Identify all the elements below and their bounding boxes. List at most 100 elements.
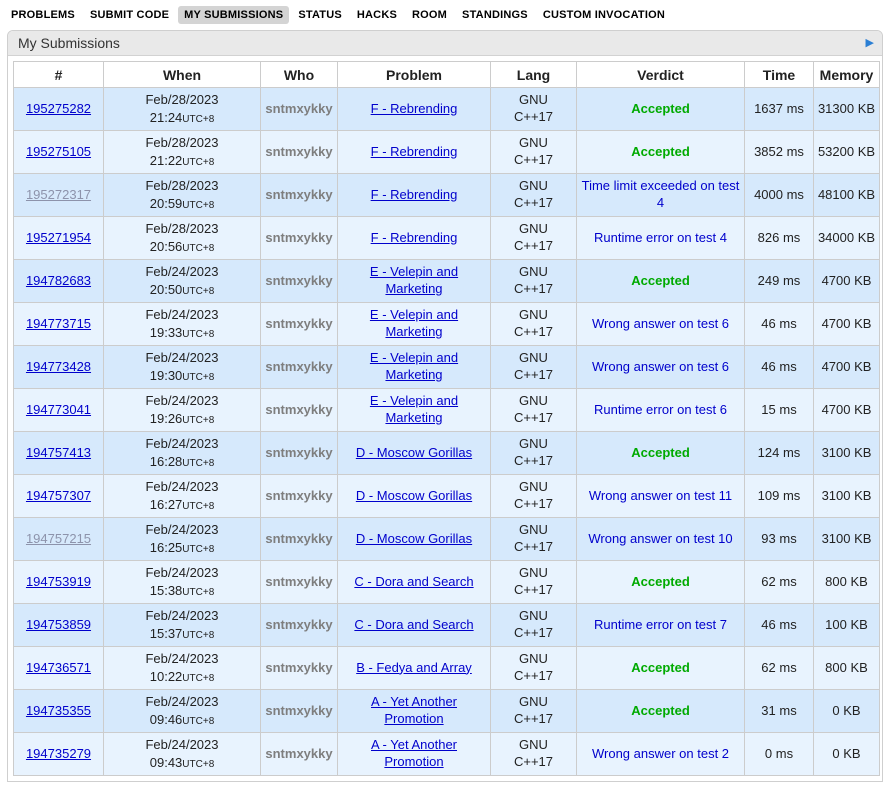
cell-verdict: Accepted <box>577 561 745 604</box>
submission-id-link[interactable]: 195275282 <box>26 101 91 116</box>
problem-link[interactable]: A - Yet Another Promotion <box>371 737 457 769</box>
nav-item-my-submissions[interactable]: MY SUBMISSIONS <box>178 6 289 24</box>
cell-problem: D - Moscow Gorillas <box>338 518 491 561</box>
verdict-text[interactable]: Wrong answer on test 6 <box>592 359 729 374</box>
verdict-text[interactable]: Wrong answer on test 10 <box>588 531 732 546</box>
user-link[interactable]: sntmxykky <box>265 101 332 116</box>
problem-link[interactable]: C - Dora and Search <box>354 574 473 589</box>
verdict-text[interactable]: Accepted <box>631 144 690 159</box>
problem-link[interactable]: D - Moscow Gorillas <box>356 531 472 546</box>
problem-link[interactable]: F - Rebrending <box>371 230 458 245</box>
lang-label: C++17 <box>494 324 573 341</box>
nav-item-room[interactable]: ROOM <box>406 6 453 24</box>
user-link[interactable]: sntmxykky <box>265 746 332 761</box>
verdict-text[interactable]: Accepted <box>631 273 690 288</box>
submission-id-link[interactable]: 194773428 <box>26 359 91 374</box>
submission-id-link[interactable]: 195271954 <box>26 230 91 245</box>
cell-verdict: Accepted <box>577 647 745 690</box>
lang-label: C++17 <box>494 539 573 556</box>
submission-row: 195275105Feb/28/202321:22UTC+8sntmxykkyF… <box>14 131 880 174</box>
problem-link[interactable]: F - Rebrending <box>371 144 458 159</box>
cell-when: Feb/24/202316:27UTC+8 <box>104 475 261 518</box>
submission-id-link[interactable]: 194757307 <box>26 488 91 503</box>
submission-row: 194757307 Feb/24/202316:27UTC+8 sntmxykky D… <box>14 475 880 518</box>
cell-when: Feb/24/202309:46UTC+8 <box>104 690 261 733</box>
submission-id-link[interactable]: 194773715 <box>26 316 91 331</box>
verdict-text[interactable]: Runtime error on test 4 <box>594 230 727 245</box>
user-link[interactable]: sntmxykky <box>265 230 332 245</box>
cell-problem: B - Fedya and Array <box>338 647 491 690</box>
nav-item-custom-invocation[interactable]: CUSTOM INVOCATION <box>537 6 671 24</box>
user-link[interactable]: sntmxykky <box>265 445 332 460</box>
nav-item-problems[interactable]: PROBLEMS <box>5 6 81 24</box>
user-link[interactable]: sntmxykky <box>265 144 332 159</box>
user-link[interactable]: sntmxykky <box>265 574 332 589</box>
nav-item-submit-code[interactable]: SUBMIT CODE <box>84 6 175 24</box>
lang-label: GNU <box>494 350 573 367</box>
problem-link[interactable]: C - Dora and Search <box>354 617 473 632</box>
submission-date: Feb/24/2023 <box>107 650 257 668</box>
verdict-text[interactable]: Runtime error on test 7 <box>594 617 727 632</box>
user-link[interactable]: sntmxykky <box>265 617 332 632</box>
problem-link[interactable]: F - Rebrending <box>371 101 458 116</box>
cell-verdict: Runtime error on test 6 <box>577 389 745 432</box>
verdict-text[interactable]: Accepted <box>631 703 690 718</box>
timezone-label: UTC+8 <box>182 157 214 168</box>
verdict-text[interactable]: Accepted <box>631 101 690 116</box>
user-link[interactable]: sntmxykky <box>265 488 332 503</box>
problem-link[interactable]: E - Velepin and Marketing <box>370 350 458 382</box>
problem-link[interactable]: E - Velepin and Marketing <box>370 307 458 339</box>
verdict-text[interactable]: Time limit exceeded on test 4 <box>582 178 740 210</box>
timezone-label: UTC+8 <box>182 501 214 512</box>
submission-id-link[interactable]: 194753859 <box>26 617 91 632</box>
verdict-text[interactable]: Wrong answer on test 6 <box>592 316 729 331</box>
problem-link[interactable]: B - Fedya and Array <box>356 660 472 675</box>
user-link[interactable]: sntmxykky <box>265 402 332 417</box>
verdict-text[interactable]: Accepted <box>631 574 690 589</box>
cell-verdict: Wrong answer on test 6 <box>577 303 745 346</box>
submission-id-link[interactable]: 194757413 <box>26 445 91 460</box>
expand-arrow-icon[interactable]: ▶ <box>866 38 874 49</box>
submission-id-link[interactable]: 194735355 <box>26 703 91 718</box>
submission-id-link[interactable]: 194735279 <box>26 746 91 761</box>
verdict-text[interactable]: Wrong answer on test 11 <box>589 488 732 503</box>
submission-id-link[interactable]: 195272317 <box>26 187 91 202</box>
user-link[interactable]: sntmxykky <box>265 359 332 374</box>
user-link[interactable]: sntmxykky <box>265 187 332 202</box>
cell-problem: C - Dora and Search <box>338 561 491 604</box>
problem-link[interactable]: D - Moscow Gorillas <box>356 488 472 503</box>
problem-link[interactable]: A - Yet Another Promotion <box>371 694 457 726</box>
problem-link[interactable]: E - Velepin and Marketing <box>370 264 458 296</box>
nav-item-status[interactable]: STATUS <box>292 6 348 24</box>
verdict-text[interactable]: Accepted <box>631 660 690 675</box>
nav-item-hacks[interactable]: HACKS <box>351 6 403 24</box>
problem-link[interactable]: F - Rebrending <box>371 187 458 202</box>
submission-id-link[interactable]: 194753919 <box>26 574 91 589</box>
user-link[interactable]: sntmxykky <box>265 316 332 331</box>
nav-item-standings[interactable]: STANDINGS <box>456 6 534 24</box>
cell-exec-time: 1637 ms <box>745 88 814 131</box>
submission-id-link[interactable]: 195275105 <box>26 144 91 159</box>
cell-who: sntmxykky <box>261 475 338 518</box>
cell-lang: GNUC++17 <box>491 518 577 561</box>
verdict-text[interactable]: Wrong answer on test 2 <box>592 746 729 761</box>
cell-problem: F - Rebrending <box>338 131 491 174</box>
submission-date: Feb/24/2023 <box>107 521 257 539</box>
problem-link[interactable]: D - Moscow Gorillas <box>356 445 472 460</box>
verdict-text[interactable]: Accepted <box>631 445 690 460</box>
submission-time: 15:37UTC+8 <box>107 625 257 643</box>
cell-when: Feb/24/202315:38UTC+8 <box>104 561 261 604</box>
user-link[interactable]: sntmxykky <box>265 660 332 675</box>
submission-id-link[interactable]: 194782683 <box>26 273 91 288</box>
submission-id-link[interactable]: 194773041 <box>26 402 91 417</box>
user-link[interactable]: sntmxykky <box>265 703 332 718</box>
cell-lang: GNUC++17 <box>491 88 577 131</box>
submission-id-link[interactable]: 194757215 <box>26 531 91 546</box>
submission-id-link[interactable]: 194736571 <box>26 660 91 675</box>
user-link[interactable]: sntmxykky <box>265 531 332 546</box>
cell-who: sntmxykky <box>261 131 338 174</box>
verdict-text[interactable]: Runtime error on test 6 <box>594 402 727 417</box>
cell-submission-id: 195272317 <box>14 174 104 217</box>
user-link[interactable]: sntmxykky <box>265 273 332 288</box>
problem-link[interactable]: E - Velepin and Marketing <box>370 393 458 425</box>
